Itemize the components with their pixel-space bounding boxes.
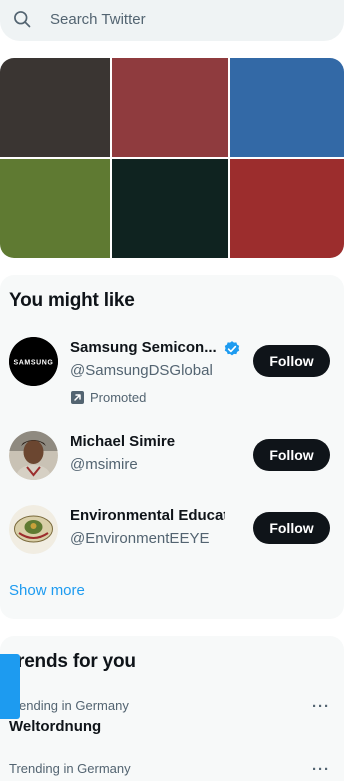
who-to-follow-card: You might like SAMSUNG Samsung Semicon..… bbox=[0, 275, 344, 619]
search-bar[interactable] bbox=[0, 0, 344, 41]
user-handle: @EnvironmentEEYE bbox=[70, 530, 210, 547]
person-photo-avatar bbox=[9, 431, 58, 480]
media-tile[interactable] bbox=[230, 159, 344, 258]
floating-tab[interactable] bbox=[0, 654, 20, 719]
who-to-follow-title: You might like bbox=[9, 290, 135, 311]
user-name[interactable]: Environmental Educat... bbox=[70, 507, 225, 524]
svg-text:SAMSUNG: SAMSUNG bbox=[14, 360, 54, 367]
more-options-icon[interactable]: ··· bbox=[312, 761, 330, 778]
avatar[interactable] bbox=[9, 505, 58, 554]
follow-button[interactable]: Follow bbox=[253, 512, 330, 544]
user-handle: @SamsungDSGlobal bbox=[70, 362, 213, 379]
media-tile[interactable] bbox=[0, 159, 110, 258]
user-handle: @msimire bbox=[70, 456, 138, 473]
user-name[interactable]: Michael Simire bbox=[70, 433, 175, 450]
search-input[interactable] bbox=[50, 8, 320, 30]
trends-card: rends for you ending in Germany Weltordn… bbox=[0, 636, 344, 781]
media-tile[interactable] bbox=[112, 58, 228, 157]
promoted-text: Promoted bbox=[90, 390, 147, 405]
trend-meta: ending in Germany bbox=[19, 698, 129, 713]
media-grid bbox=[0, 58, 344, 258]
media-tile[interactable] bbox=[112, 159, 228, 258]
more-options-icon[interactable]: ··· bbox=[312, 698, 330, 715]
follow-button[interactable]: Follow bbox=[253, 345, 330, 377]
promoted-label: Promoted bbox=[71, 390, 146, 405]
samsung-logo-avatar: SAMSUNG bbox=[9, 337, 58, 386]
trend-name[interactable]: Weltordnung bbox=[9, 718, 101, 735]
organization-logo-avatar bbox=[9, 505, 58, 554]
verified-badge-icon bbox=[224, 341, 240, 356]
media-tile[interactable] bbox=[230, 58, 344, 157]
trend-meta: Trending in Germany bbox=[9, 761, 131, 776]
search-icon bbox=[14, 11, 31, 28]
media-tile[interactable] bbox=[0, 58, 110, 157]
avatar[interactable] bbox=[9, 431, 58, 480]
avatar[interactable]: SAMSUNG bbox=[9, 337, 58, 386]
trends-title: rends for you bbox=[17, 651, 136, 672]
user-name[interactable]: Samsung Semicon... bbox=[70, 339, 217, 356]
promoted-icon bbox=[71, 391, 84, 404]
follow-button[interactable]: Follow bbox=[253, 439, 330, 471]
show-more-link[interactable]: Show more bbox=[9, 582, 85, 599]
